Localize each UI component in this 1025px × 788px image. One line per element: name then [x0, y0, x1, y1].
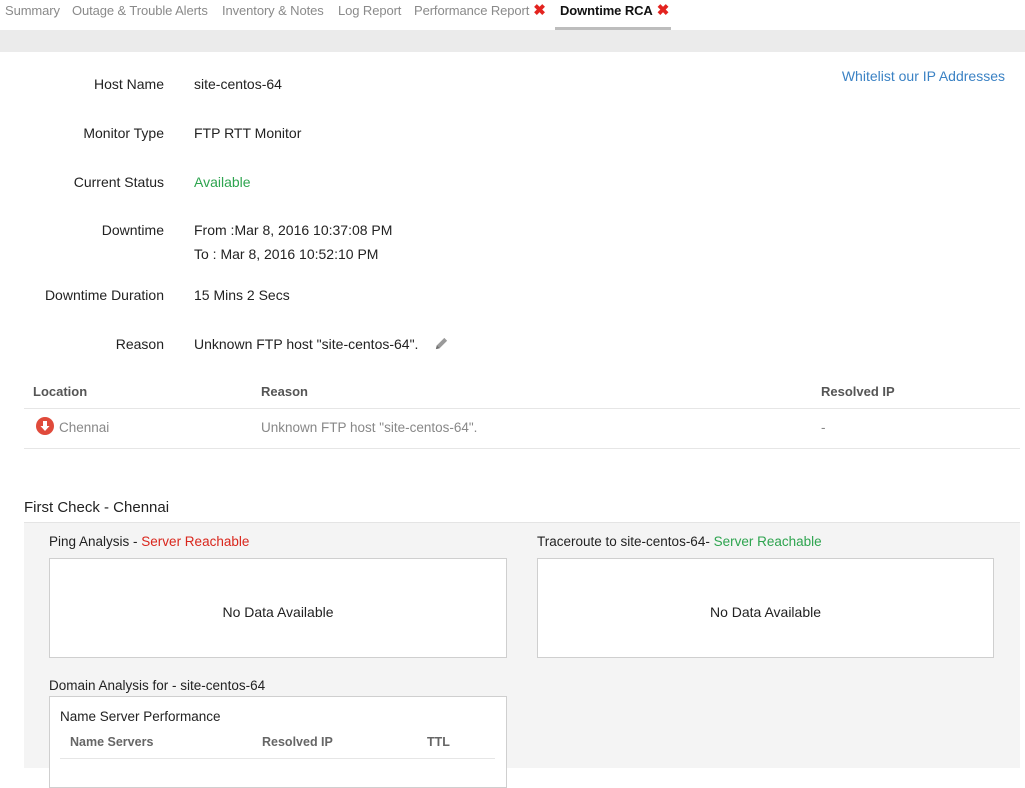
traceroute-title: Traceroute to site-centos-64- Server Rea… — [537, 534, 822, 549]
monitor-type-label: Monitor Type — [83, 125, 164, 141]
downtime-from: From :Mar 8, 2016 10:37:08 PM — [194, 222, 393, 238]
row-resolved-ip: - — [821, 420, 826, 435]
close-icon[interactable]: ✖ — [533, 2, 546, 19]
first-check-panel: Ping Analysis - Server Reachable No Data… — [24, 522, 1020, 788]
tab-inventory-notes[interactable]: Inventory & Notes — [222, 3, 324, 18]
ping-analysis-label: Ping Analysis - — [49, 534, 142, 549]
downtime-duration-label: Downtime Duration — [44, 287, 164, 303]
domain-analysis-title: Domain Analysis for - site-centos-64 — [49, 678, 266, 693]
host-name-label: Host Name — [93, 76, 164, 92]
row-reason: Unknown FTP host "site-centos-64". — [261, 420, 478, 435]
tab-performance-report[interactable]: Performance Report ✖ — [414, 3, 546, 18]
tab-bar: Summary Outage & Trouble Alerts Inventor… — [0, 0, 1025, 30]
column-header-name-servers: Name Servers — [70, 735, 154, 749]
current-status-value: Available — [194, 174, 251, 190]
column-header-resolved-ip: Resolved IP — [262, 735, 333, 749]
close-icon[interactable]: ✖ — [657, 2, 670, 19]
tab-downtime-rca-label: Downtime RCA — [560, 3, 653, 18]
first-check-title: First Check - Chennai — [24, 499, 170, 516]
tab-log-report[interactable]: Log Report — [338, 3, 401, 18]
pencil-icon[interactable] — [434, 336, 449, 354]
column-header-location: Location — [33, 384, 88, 399]
downtime-duration-value: 15 Mins 2 Secs — [194, 287, 290, 303]
column-header-ttl: TTL — [427, 735, 450, 749]
traceroute-box: No Data Available — [537, 558, 994, 658]
tab-content-separator — [0, 30, 1025, 52]
ping-analysis-box: No Data Available — [49, 558, 507, 658]
whitelist-ip-link[interactable]: Whitelist our IP Addresses — [842, 68, 1005, 84]
traceroute-status: Server Reachable — [713, 534, 822, 549]
downtime-label: Downtime — [101, 222, 164, 238]
down-status-icon — [36, 417, 54, 435]
monitor-type-value: FTP RTT Monitor — [194, 125, 302, 141]
downtime-to: To : Mar 8, 2016 10:52:10 PM — [194, 246, 379, 262]
row-divider — [24, 448, 1020, 449]
ping-no-data: No Data Available — [222, 604, 334, 620]
tab-outage-trouble-alerts[interactable]: Outage & Trouble Alerts — [72, 3, 208, 18]
reason-text: Unknown FTP host "site-centos-64". — [194, 336, 419, 352]
tab-downtime-rca[interactable]: Downtime RCA ✖ — [560, 3, 669, 18]
name-server-performance-title: Name Server Performance — [60, 709, 221, 724]
traceroute-no-data: No Data Available — [709, 604, 822, 620]
reason-label: Reason — [115, 336, 164, 352]
traceroute-label: Traceroute to site-centos-64- — [537, 534, 714, 549]
ping-analysis-title: Ping Analysis - Server Reachable — [49, 534, 249, 549]
name-server-performance-box: Name Server Performance Name Servers Res… — [49, 696, 507, 788]
tab-performance-report-label: Performance Report — [414, 3, 530, 18]
column-header-resolved-ip: Resolved IP — [821, 384, 895, 399]
current-status-label: Current Status — [73, 174, 164, 190]
reason-value: Unknown FTP host "site-centos-64". — [194, 336, 449, 354]
ns-header-divider — [60, 758, 495, 759]
location-chennai: Chennai — [59, 420, 110, 435]
ping-status: Server Reachable — [141, 534, 250, 549]
tab-summary[interactable]: Summary — [5, 3, 60, 18]
header-divider — [24, 408, 1020, 409]
column-header-reason: Reason — [261, 384, 308, 399]
host-name-value: site-centos-64 — [194, 76, 282, 92]
